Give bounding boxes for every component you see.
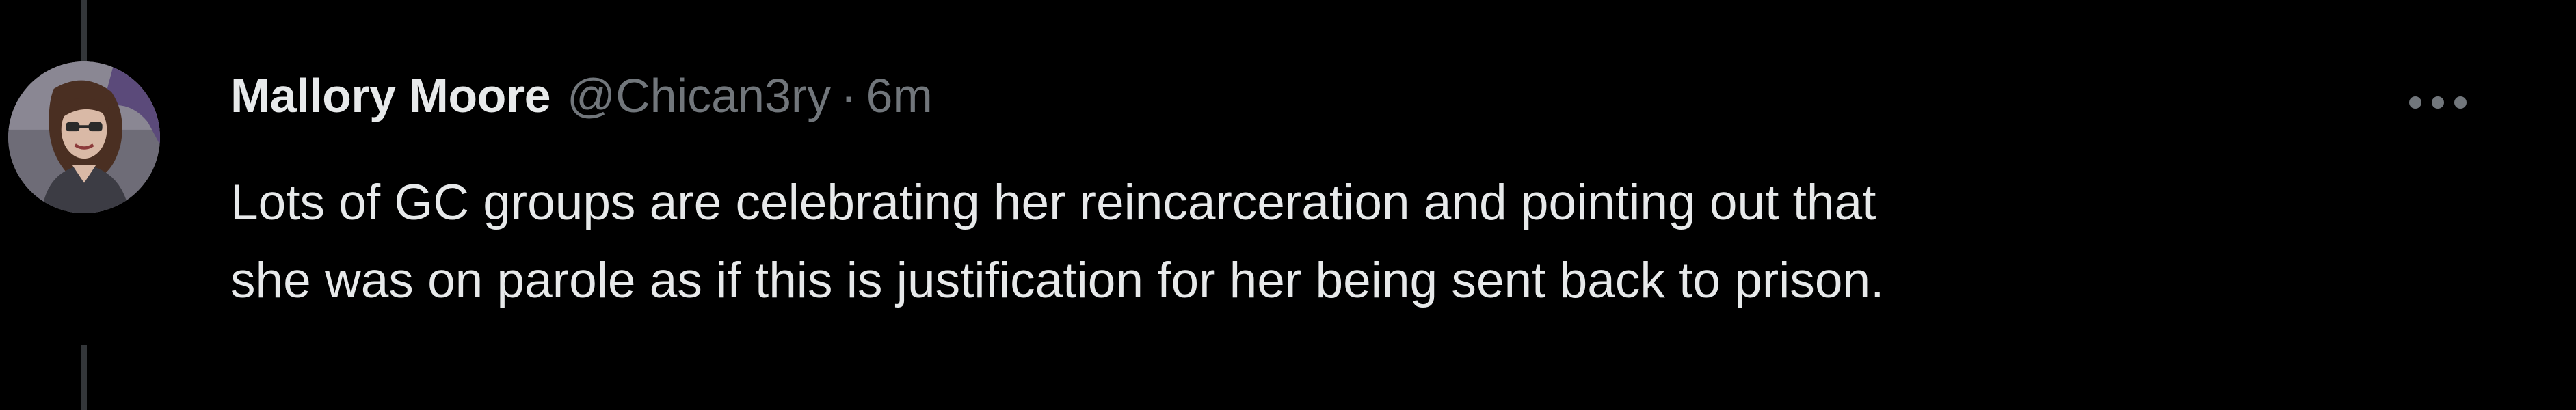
author-handle[interactable]: @Chican3ry <box>567 68 831 123</box>
profile-photo-icon <box>8 62 160 213</box>
tweet-text-line: Lots of GC groups are celebrating her re… <box>230 175 1876 230</box>
tweet-text-line: she was on parole as if this is justific… <box>230 253 1885 308</box>
author-display-name[interactable]: Mallory Moore <box>230 68 551 123</box>
more-button[interactable] <box>2400 79 2475 126</box>
more-horizontal-icon <box>2409 96 2467 109</box>
separator-dot: · <box>840 69 857 122</box>
thread-connector-top <box>81 0 87 63</box>
thread-connector-bottom <box>81 345 87 410</box>
timestamp[interactable]: 6m <box>866 68 933 123</box>
avatar[interactable] <box>8 62 160 213</box>
tweet-header: Mallory Moore @Chican3ry · 6m <box>230 65 933 126</box>
tweet-text: Lots of GC groups are celebrating her re… <box>230 164 2521 320</box>
